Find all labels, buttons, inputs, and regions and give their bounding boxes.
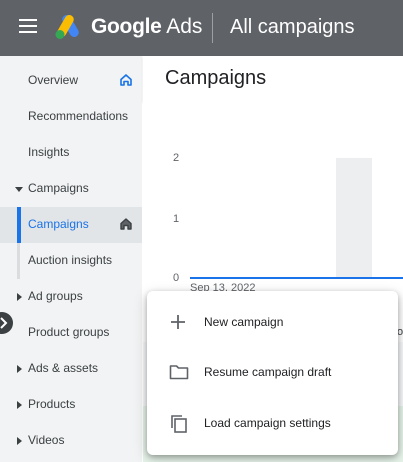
expand-right-icon	[17, 365, 22, 373]
header-divider	[212, 13, 213, 43]
sidebar-item-insights[interactable]: Insights	[0, 135, 142, 171]
menu-item-label: Load campaign settings	[204, 416, 331, 430]
expand-more-icon	[15, 187, 23, 192]
sidebar-group-ads-assets[interactable]: Ads & assets	[0, 351, 142, 387]
menu-icon[interactable]	[19, 19, 37, 37]
sidebar-item-label: Insights	[28, 145, 70, 159]
folder-icon	[169, 365, 189, 380]
sidebar-item-label: Ads & assets	[28, 361, 99, 375]
collapse-sidebar-button[interactable]	[0, 312, 13, 334]
sidebar-group-videos[interactable]: Videos	[0, 423, 142, 459]
expand-right-icon	[17, 437, 22, 445]
sidebar-group-campaigns[interactable]: Campaigns	[0, 171, 142, 207]
sidebar-item-product-groups[interactable]: Product groups	[0, 315, 142, 351]
plus-icon	[171, 315, 185, 329]
sidebar-group-products[interactable]: Products	[0, 387, 142, 423]
sidebar-nav: Overview Recommendations Insights Campai…	[0, 56, 142, 462]
copy-icon	[171, 415, 187, 433]
page-title: All campaigns	[230, 16, 355, 38]
sidebar-item-label: Products	[28, 397, 76, 411]
sidebar-item-label: Campaigns	[28, 217, 89, 231]
home-icon[interactable]	[119, 73, 133, 87]
expand-right-icon	[17, 293, 22, 301]
active-indicator	[17, 207, 21, 243]
product-name-google: Google	[91, 15, 162, 38]
home-icon[interactable]	[119, 217, 133, 231]
chart-highlight-band	[336, 158, 372, 278]
subitem-indent-bar	[17, 243, 20, 279]
content-header: Campaigns	[143, 56, 403, 102]
top-app-bar: Google Ads All campaigns	[0, 0, 403, 56]
menu-item-label: Resume campaign draft	[204, 365, 332, 379]
sidebar-item-overview[interactable]: Overview	[0, 63, 142, 99]
product-name: Google Ads	[91, 13, 202, 41]
expand-right-icon	[17, 401, 22, 409]
y-tick-label: 0	[173, 272, 180, 284]
y-tick-label: 2	[173, 152, 180, 164]
chart-series-line	[190, 277, 403, 279]
create-campaign-menu: New campaign Resume campaign draft Load …	[147, 291, 398, 455]
menu-item-resume-draft[interactable]: Resume campaign draft	[147, 348, 398, 398]
sidebar-item-label: Campaigns	[28, 181, 89, 195]
sidebar-item-campaigns[interactable]: Campaigns	[0, 207, 142, 243]
sidebar-group-ad-groups[interactable]: Ad groups	[0, 279, 142, 315]
sidebar-item-recommendations[interactable]: Recommendations	[0, 99, 142, 135]
menu-item-new-campaign[interactable]: New campaign	[147, 298, 398, 348]
sidebar-item-label: Ad groups	[28, 289, 83, 303]
sidebar-item-label: Recommendations	[28, 109, 129, 123]
sidebar-item-auction-insights[interactable]: Auction insights	[0, 243, 142, 279]
content-title: Campaigns	[165, 67, 267, 89]
menu-item-label: New campaign	[204, 315, 284, 329]
product-name-ads: Ads	[166, 15, 203, 38]
sidebar-item-label: Auction insights	[28, 253, 113, 267]
google-ads-logo-icon	[55, 15, 79, 39]
sidebar-item-label: Overview	[28, 73, 79, 87]
sidebar-item-label: Videos	[28, 433, 65, 447]
menu-item-load-settings[interactable]: Load campaign settings	[147, 399, 398, 449]
y-tick-label: 1	[173, 213, 180, 225]
chevron-right-icon	[0, 317, 8, 329]
sidebar-item-label: Product groups	[28, 325, 110, 339]
